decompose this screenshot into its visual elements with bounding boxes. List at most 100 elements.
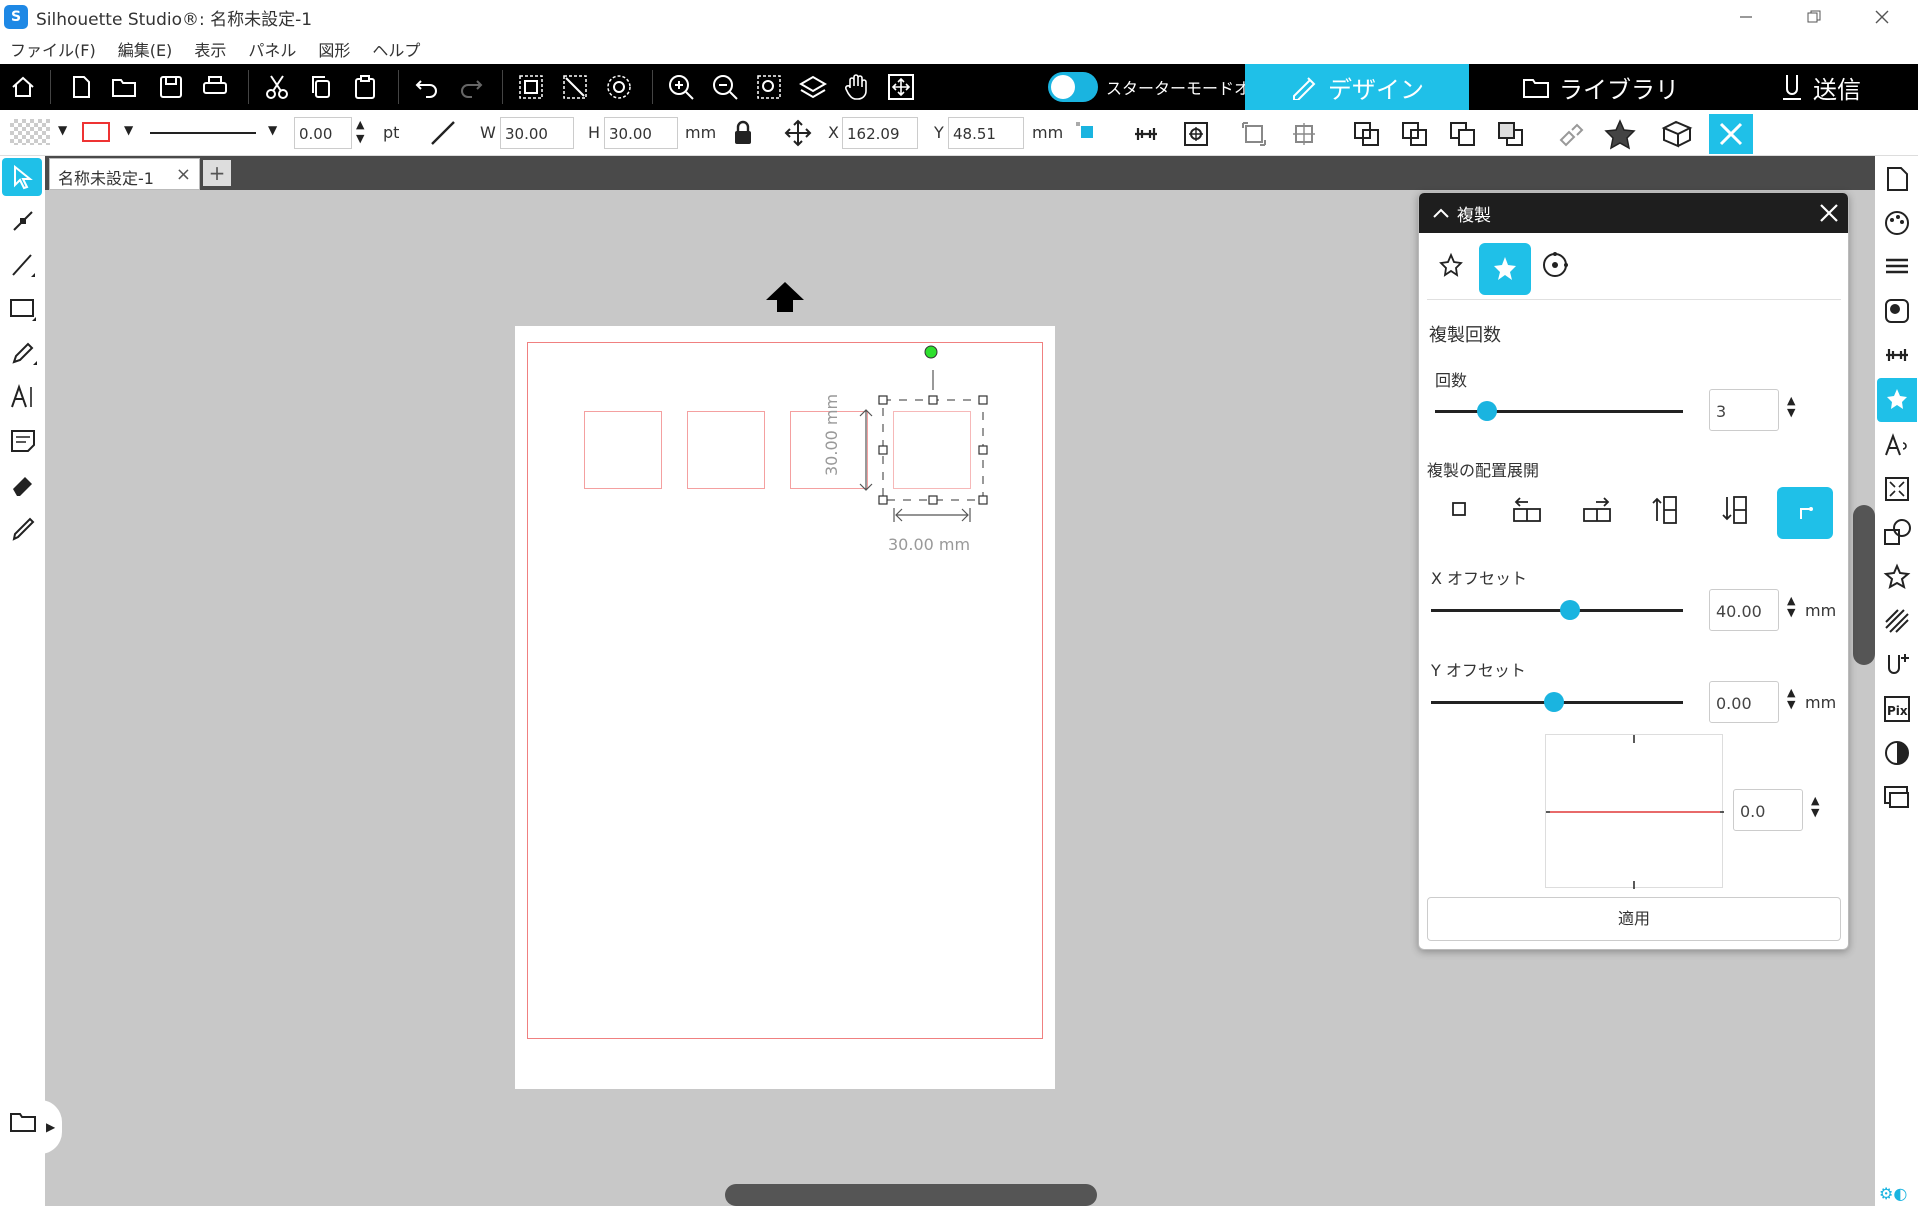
line-style-panel-button[interactable] [1879,248,1915,286]
menu-shape[interactable]: 図形 [318,37,350,61]
eraser-tool[interactable] [6,468,40,502]
menu-view[interactable]: 表示 [194,37,226,61]
pan-button[interactable] [840,70,874,104]
text-style-panel-button[interactable] [1879,426,1915,464]
fill-pattern-swatch[interactable] [10,119,50,145]
offset-panel-button[interactable] [1879,602,1915,640]
rectangle-tool[interactable] [6,292,40,326]
minimize-button[interactable] [1710,0,1782,34]
menu-file[interactable]: ファイル(F) [10,37,96,61]
close-window-button[interactable] [1846,0,1918,34]
copy-button[interactable] [304,70,338,104]
add-tab-button[interactable]: + [203,160,231,186]
home-button[interactable] [6,70,40,104]
menu-help[interactable]: ヘルプ [372,37,420,61]
height-input[interactable]: 30.00 [604,117,678,149]
print-cut-panel-button[interactable] [1879,778,1915,816]
print-button[interactable] [198,70,232,104]
library-folder-button[interactable] [6,1104,40,1138]
layout-left-button[interactable] [1507,489,1547,529]
toggle-switch[interactable] [1048,72,1098,102]
tab-library[interactable]: ライブラリ [1500,64,1700,110]
rotate-icon[interactable] [1240,120,1268,148]
document-tab[interactable]: 名称未設定-1 × [49,158,200,190]
tab-duplicate-advanced[interactable] [1479,243,1531,295]
replicate-panel-button[interactable] [1879,558,1915,596]
rectangle-shape[interactable] [584,411,662,489]
ungroup-button[interactable] [558,70,592,104]
save-button[interactable] [154,70,188,104]
transform-icon[interactable] [1290,120,1318,148]
star-tool-icon[interactable] [1604,118,1636,150]
tab-send[interactable]: 送信 [1740,64,1900,110]
count-input[interactable]: 3 [1709,389,1779,431]
y-offset-stepper[interactable]: ▲ ▼ [1787,687,1795,711]
x-offset-stepper[interactable]: ▲ ▼ [1787,595,1795,619]
apply-button[interactable]: 適用 [1427,897,1841,941]
3d-box-icon[interactable] [1660,118,1694,150]
layout-right-button[interactable] [1577,489,1617,529]
width-input[interactable]: 30.00 [500,117,574,149]
y-offset-slider-knob[interactable] [1544,692,1565,712]
close-selection-button[interactable] [1709,114,1753,154]
image-panel-button[interactable] [1879,292,1915,330]
settings-icon[interactable]: ⚙◐ [1879,1184,1907,1203]
angle-stepper[interactable]: ▲ ▼ [1811,795,1819,819]
select-tool[interactable] [2,158,42,196]
layout-none-button[interactable] [1439,489,1479,529]
y-offset-input[interactable]: 0.00 [1709,681,1779,723]
angle-input[interactable]: 0.0 [1733,789,1803,831]
page-setup-panel-button[interactable] [1879,160,1915,198]
pixscan-panel-button[interactable]: Pix [1879,690,1915,728]
align-icon[interactable] [1132,120,1160,148]
layout-custom-button[interactable] [1777,487,1833,539]
x-offset-slider[interactable] [1431,600,1683,620]
paste-button[interactable] [348,70,382,104]
count-slider-knob[interactable] [1477,401,1498,421]
move-icon[interactable] [784,119,812,147]
move-view-button[interactable] [884,70,918,104]
line-style-preview[interactable] [150,132,256,134]
count-stepper[interactable]: ▲ ▼ [1787,395,1795,419]
fit-page-button[interactable] [796,70,830,104]
rectangle-shape[interactable] [687,411,765,489]
text-tool[interactable] [6,380,40,414]
menu-edit[interactable]: 編集(E) [118,37,173,61]
release-compound-icon[interactable] [1556,120,1586,148]
send-to-back-icon[interactable] [1496,120,1526,148]
y-position-input[interactable]: 48.51 [948,117,1024,149]
knife-tool[interactable] [6,512,40,546]
reference-point-icon[interactable] [1074,120,1098,142]
tab-design[interactable]: デザイン [1245,64,1469,110]
line-width-stepper[interactable]: ▲ ▼ [356,118,364,146]
trace-panel-button[interactable] [1879,734,1915,772]
send-panel-button[interactable] [1879,646,1915,684]
tab-duplicate-basic[interactable] [1431,245,1471,285]
bring-forward-icon[interactable] [1352,120,1382,148]
pencil-tool[interactable] [6,336,40,370]
collapse-chevron-icon[interactable] [1431,205,1451,221]
group-button[interactable] [514,70,548,104]
compound-path-button[interactable] [602,70,636,104]
x-position-input[interactable]: 162.09 [842,117,918,149]
duplicate-panel-button[interactable] [1877,378,1917,422]
new-button[interactable] [64,70,98,104]
lock-aspect-icon[interactable] [732,120,754,146]
line-style-dropdown-arrow[interactable]: ▼ [268,123,277,137]
open-button[interactable] [108,70,142,104]
align-panel-button[interactable] [1879,336,1915,374]
count-slider[interactable] [1435,401,1683,421]
layout-down-button[interactable] [1715,489,1755,529]
close-panel-icon[interactable] [1818,202,1840,224]
undo-button[interactable] [410,70,444,104]
x-offset-slider-knob[interactable] [1559,600,1580,620]
starter-mode-toggle[interactable]: スターターモードオフ [1048,70,1266,104]
close-tab-icon[interactable]: × [176,164,191,185]
redo-button[interactable] [454,70,488,104]
bring-to-front-icon[interactable] [1448,120,1478,148]
menu-panel[interactable]: パネル [248,37,296,61]
send-backward-icon[interactable] [1400,120,1430,148]
modify-panel-button[interactable] [1879,514,1915,552]
y-offset-slider[interactable] [1431,692,1683,712]
tab-rotate-copy[interactable] [1535,245,1575,285]
